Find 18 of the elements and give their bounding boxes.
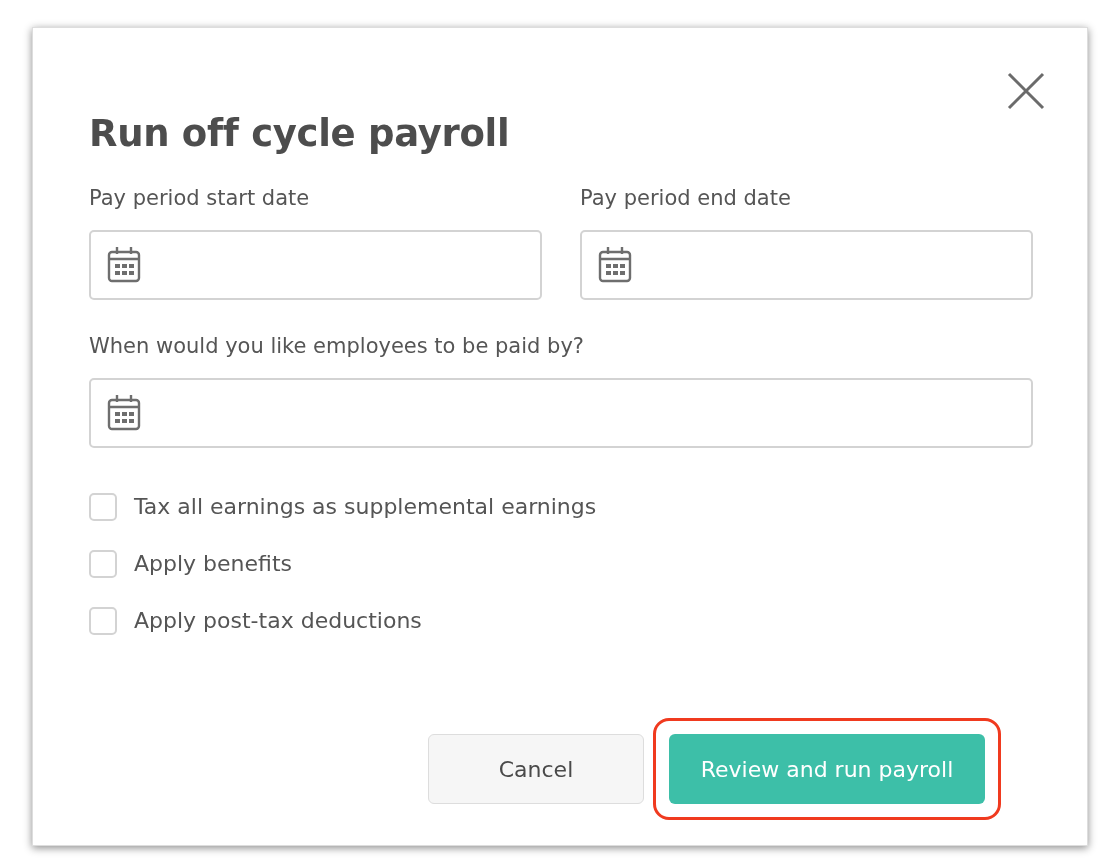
field-label: Pay period start date [89, 185, 311, 211]
checkbox[interactable] [89, 493, 117, 521]
field-label: Pay period end date [580, 185, 792, 211]
calendar-icon [107, 394, 141, 432]
cancel-button[interactable]: Cancel [428, 734, 644, 804]
date-field[interactable] [89, 378, 1033, 448]
date-field[interactable] [580, 230, 1033, 300]
checkbox[interactable] [89, 550, 117, 578]
date-field[interactable] [89, 230, 542, 300]
calendar-icon [107, 246, 141, 284]
checkbox-label: Apply benefits [134, 550, 293, 578]
checkbox-label: Tax all earnings as supplemental earnings [134, 493, 597, 521]
field-label: When would you like employees to be paid by? [89, 333, 585, 359]
checkbox[interactable] [89, 607, 117, 635]
close-icon[interactable] [1007, 72, 1045, 110]
calendar-icon [598, 246, 632, 284]
checkbox-label: Apply post-tax deductions [134, 607, 422, 635]
dialog-title: Run off cycle payroll [89, 112, 510, 155]
